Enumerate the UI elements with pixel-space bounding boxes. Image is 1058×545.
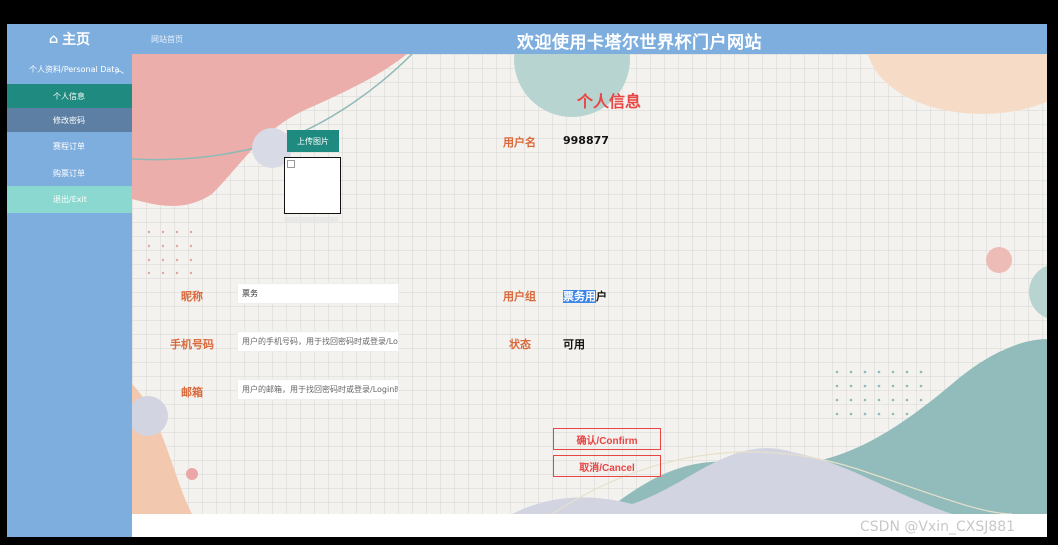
sidebar-item-label: 购票订单 [53, 168, 85, 178]
nickname-field[interactable] [237, 283, 399, 304]
watermark: CSDN @Vxin_CXSJ881 [860, 519, 1016, 535]
user-group-label: 用户组 [503, 290, 536, 303]
sidebar-item-label: 退出/Exit [53, 195, 87, 204]
nickname-label: 昵称 [181, 290, 203, 303]
status-value: 可用 [563, 338, 585, 351]
confirm-button[interactable]: 确认/Confirm [553, 428, 661, 450]
broken-image-icon [287, 160, 295, 168]
home-icon: ⌂ [48, 31, 59, 47]
upload-image-button[interactable]: 上传图片 [287, 130, 339, 152]
sidebar-item-personal-info[interactable]: 个人信息 [7, 84, 132, 108]
user-group-selected-text: 票务用 [563, 290, 596, 303]
sidebar-group-label: 个人资料/Personal Data [29, 64, 120, 74]
phone-label: 手机号码 [170, 338, 214, 351]
app-window: ⌂ 主页 网站首页 欢迎使用卡塔尔世界杯门户网站 个人资料/Personal D… [7, 24, 1047, 537]
status-label: 状态 [509, 338, 531, 351]
avatar-image [284, 157, 341, 214]
sidebar-item-change-password[interactable]: 修改密码 [7, 108, 132, 132]
username-label: 用户名 [503, 136, 536, 149]
username-value: 998877 [563, 134, 609, 147]
sidebar: 个人资料/Personal Data ︿ 个人信息 修改密码 赛程订单 购票订单… [7, 54, 132, 537]
sidebar-item-label: 赛程订单 [53, 141, 85, 151]
user-group-rest-text: 户 [596, 290, 607, 303]
main-content: 个人信息 上传图片 用户名 998877 昵称 手机号码 邮箱 用户组 票务用户… [132, 54, 1047, 514]
top-header: ⌂ 主页 网站首页 欢迎使用卡塔尔世界杯门户网站 [7, 24, 1047, 54]
sidebar-item-ticket-orders[interactable]: 购票订单 [7, 161, 132, 185]
home-label: 主页 [62, 32, 91, 48]
breadcrumb[interactable]: 网站首页 [151, 34, 183, 45]
user-group-value[interactable]: 票务用户 [563, 288, 607, 304]
sidebar-item-label: 修改密码 [53, 115, 85, 125]
page-title: 个人信息 [577, 92, 642, 111]
phone-field[interactable] [237, 331, 399, 352]
email-field[interactable] [237, 379, 399, 400]
sidebar-item-match-orders[interactable]: 赛程订单 [7, 134, 132, 158]
site-title: 欢迎使用卡塔尔世界杯门户网站 [517, 33, 762, 53]
sidebar-item-exit[interactable]: 退出/Exit [7, 186, 132, 213]
avatar-caption-bar [284, 217, 338, 223]
sidebar-item-label: 个人信息 [53, 91, 85, 101]
email-label: 邮箱 [181, 386, 203, 399]
cancel-button[interactable]: 取消/Cancel [553, 455, 661, 477]
chevron-up-icon: ︿ [114, 66, 124, 76]
home-link[interactable]: ⌂ 主页 [7, 24, 132, 54]
sidebar-group-personal-data[interactable]: 个人资料/Personal Data ︿ [7, 54, 132, 84]
